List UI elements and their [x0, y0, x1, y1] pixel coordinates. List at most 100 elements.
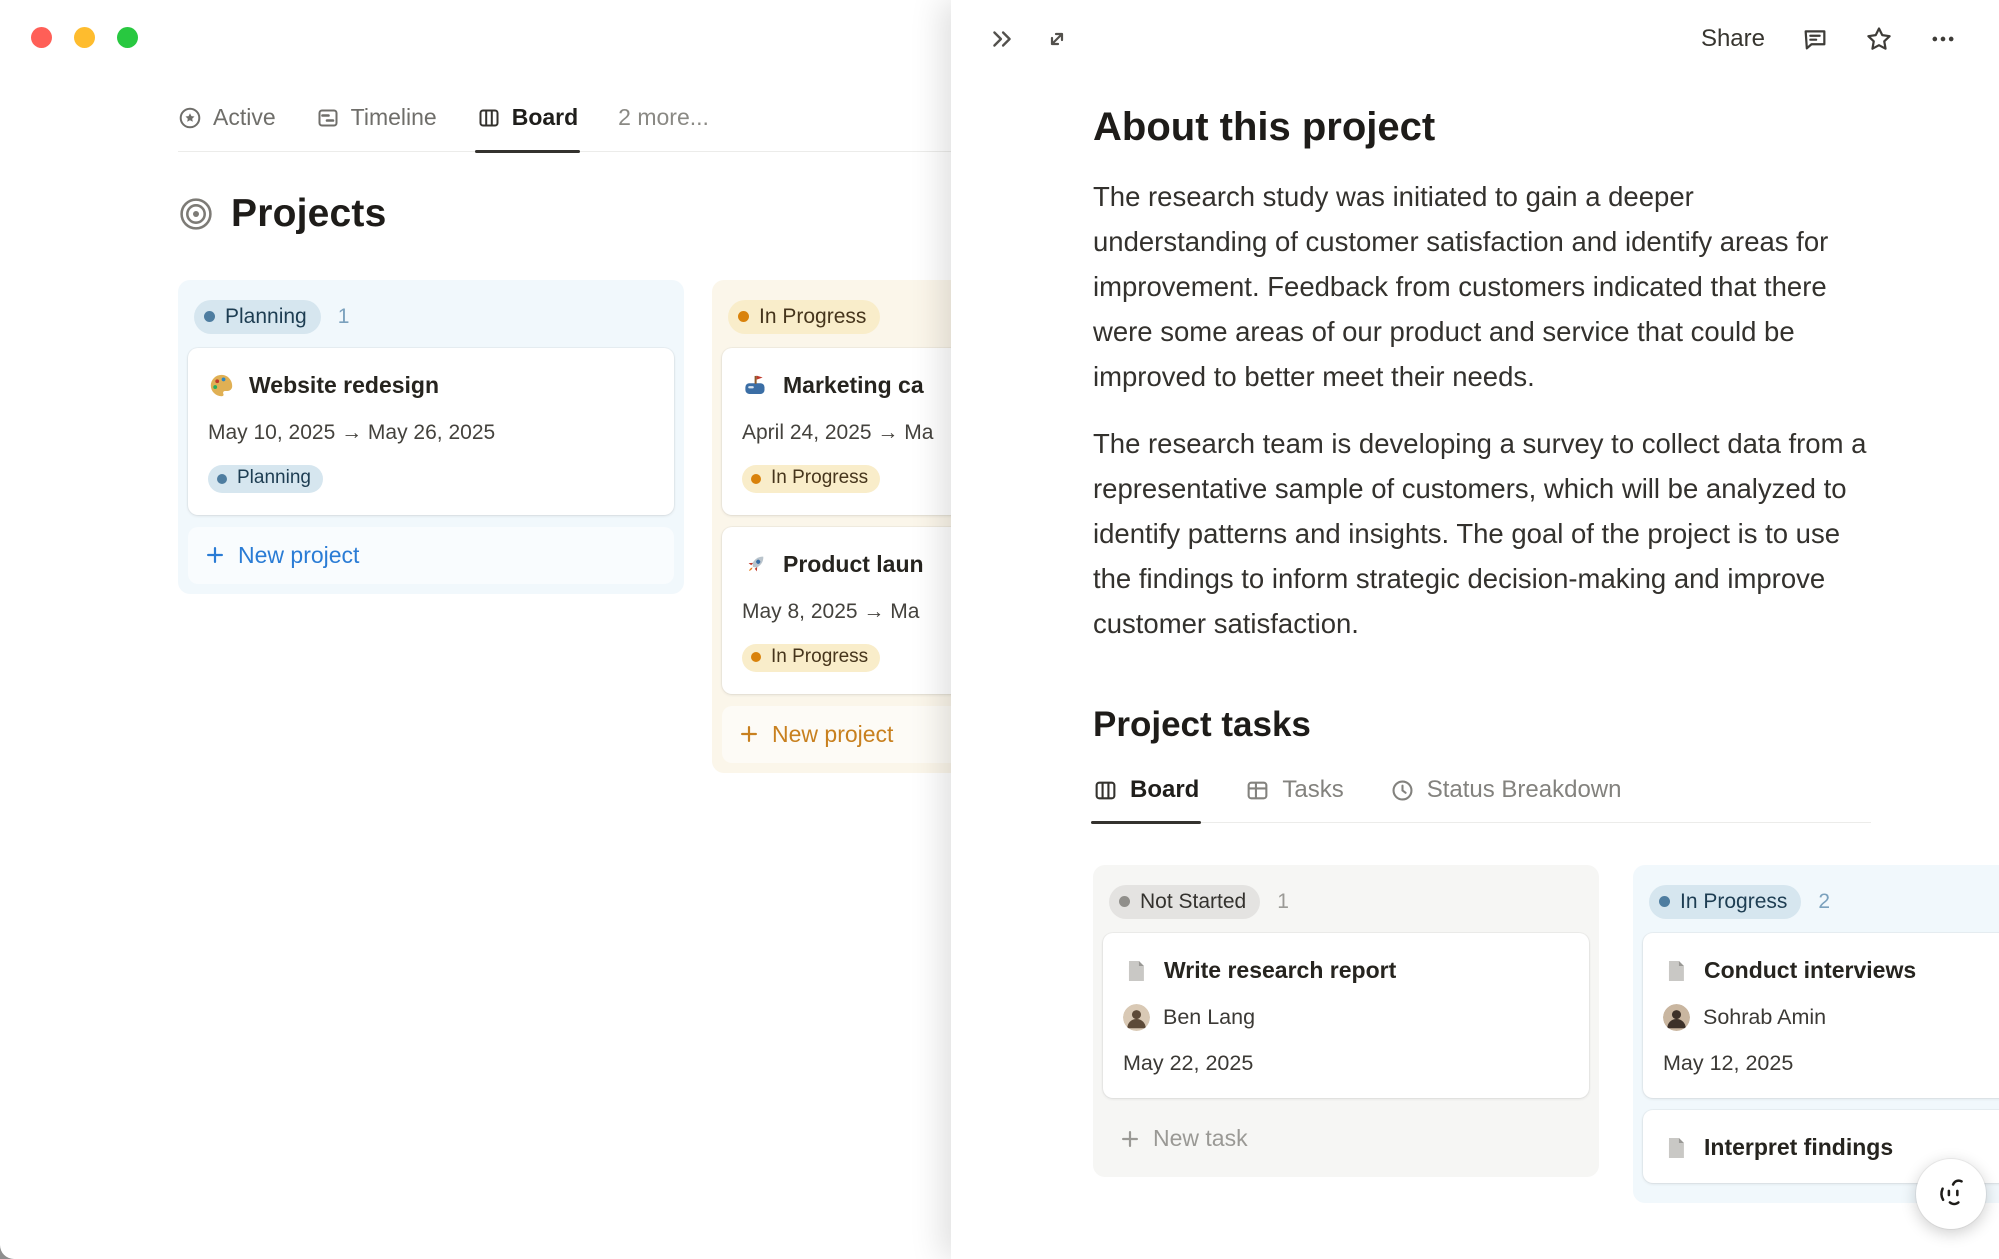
task-tab-label: Tasks	[1282, 776, 1343, 804]
new-project-label: New project	[772, 721, 893, 748]
column-task-in-progress: In Progress 2	[1633, 865, 1999, 1203]
about-heading: About this project	[1093, 102, 1999, 152]
more-options-icon[interactable]	[1929, 25, 1957, 53]
app-window: Active Timeline	[0, 0, 1999, 1259]
zoom-window-button[interactable]	[117, 27, 138, 48]
task-date: May 12, 2025	[1663, 1051, 1999, 1076]
task-tab-status-breakdown[interactable]: Status Breakdown	[1390, 776, 1622, 804]
status-pill-planning[interactable]: Planning	[194, 300, 321, 334]
project-title: Product laun	[783, 551, 924, 578]
view-tab-label: Active	[213, 104, 276, 131]
status-pill-not-started[interactable]: Not Started	[1109, 885, 1260, 919]
new-project-button[interactable]: New project	[188, 527, 674, 584]
view-tab-label: Board	[512, 104, 578, 131]
task-title: Write research report	[1164, 957, 1396, 984]
plus-icon	[1119, 1128, 1141, 1150]
assignee-name: Ben Lang	[1163, 1005, 1255, 1030]
avatar	[1123, 1004, 1150, 1031]
status-pill-in-progress[interactable]: In Progress	[728, 300, 880, 334]
status-label: In Progress	[1680, 890, 1787, 913]
plus-icon	[204, 544, 226, 566]
task-view-tabs: Board Tasks	[1093, 776, 1871, 823]
clock-icon	[1390, 778, 1415, 803]
status-pill-in-progress[interactable]: In Progress	[1649, 885, 1801, 919]
new-task-button[interactable]: New task	[1103, 1110, 1589, 1167]
rocket-icon	[742, 551, 769, 578]
projects-page: Active Timeline	[0, 0, 951, 1259]
page-icon	[1663, 958, 1689, 984]
status-dot	[751, 474, 761, 484]
task-card-conduct-interviews[interactable]: Conduct interviews	[1643, 933, 1999, 1098]
view-tab-board[interactable]: Board	[477, 104, 578, 131]
task-card-write-research-report[interactable]: Write research report	[1103, 933, 1589, 1098]
projects-board: Planning 1	[178, 280, 951, 773]
status-dot	[217, 474, 227, 484]
view-tab-more[interactable]: 2 more...	[618, 104, 709, 131]
table-icon	[1245, 778, 1270, 803]
board-icon	[1093, 778, 1118, 803]
star-circle-icon	[178, 106, 202, 130]
column-count: 1	[338, 305, 350, 329]
column-header: In Progress 2	[1641, 873, 1999, 933]
status-label: In Progress	[759, 305, 866, 328]
view-tab-label: Timeline	[351, 104, 437, 131]
status-label: Planning	[225, 305, 307, 328]
column-header: Planning 1	[186, 288, 676, 348]
task-tab-board[interactable]: Board	[1093, 776, 1199, 804]
status-label: Not Started	[1140, 890, 1246, 913]
minimize-window-button[interactable]	[74, 27, 95, 48]
page-icon	[1663, 1135, 1689, 1161]
view-tab-label: 2 more...	[618, 104, 709, 131]
project-card-website-redesign[interactable]: Website redesign May 10, 2025 → May 26, …	[188, 348, 674, 515]
status-label: In Progress	[771, 647, 868, 668]
project-dates: May 10, 2025 → May 26, 2025	[208, 421, 654, 445]
page-icon	[1123, 958, 1149, 984]
page-title-row: Projects	[178, 192, 951, 236]
column-count: 2	[1818, 890, 1830, 914]
palette-icon	[208, 372, 235, 399]
project-title: Marketing ca	[783, 372, 924, 399]
task-tab-label: Board	[1130, 776, 1199, 804]
task-date: May 22, 2025	[1123, 1051, 1569, 1076]
status-dot	[1119, 896, 1130, 907]
status-label: Planning	[237, 468, 311, 489]
assignee-name: Sohrab Amin	[1703, 1005, 1826, 1030]
notion-ai-button[interactable]	[1916, 1159, 1986, 1229]
ai-face-icon	[1932, 1175, 1970, 1213]
status-dot	[204, 311, 215, 322]
share-button[interactable]: Share	[1701, 25, 1765, 53]
view-tab-timeline[interactable]: Timeline	[316, 104, 437, 131]
window-controls	[31, 27, 138, 48]
page-peek-panel: Share	[951, 0, 1999, 1259]
view-tab-active[interactable]: Active	[178, 104, 276, 131]
avatar	[1663, 1004, 1690, 1031]
new-project-label: New project	[238, 542, 359, 569]
favorite-star-icon[interactable]	[1865, 25, 1893, 53]
column-not-started: Not Started 1	[1093, 865, 1599, 1177]
panel-toolbar: Share	[951, 0, 1999, 78]
status-badge: Planning	[208, 465, 323, 493]
screen: Active Timeline	[0, 0, 1999, 1259]
timeline-icon	[316, 106, 340, 130]
about-paragraph: The research team is developing a survey…	[1093, 421, 1875, 646]
column-planning: Planning 1	[178, 280, 684, 594]
mailbox-icon	[742, 372, 769, 399]
close-window-button[interactable]	[31, 27, 52, 48]
task-title: Conduct interviews	[1704, 957, 1916, 984]
task-title: Interpret findings	[1704, 1134, 1893, 1161]
project-title: Website redesign	[249, 372, 439, 399]
status-dot	[751, 652, 761, 662]
comments-icon[interactable]	[1801, 25, 1829, 53]
about-paragraph: The research study was initiated to gain…	[1093, 174, 1875, 399]
task-tab-tasks[interactable]: Tasks	[1245, 776, 1343, 804]
view-tabs: Active Timeline	[178, 104, 951, 152]
close-peek-icon[interactable]	[989, 26, 1015, 52]
plus-icon	[738, 723, 760, 745]
tasks-board: Not Started 1	[1093, 865, 1999, 1203]
status-dot	[738, 311, 749, 322]
open-full-page-icon[interactable]	[1045, 27, 1069, 51]
new-task-label: New task	[1153, 1125, 1248, 1152]
column-header: Not Started 1	[1101, 873, 1591, 933]
status-dot	[1659, 896, 1670, 907]
target-icon	[178, 196, 214, 232]
